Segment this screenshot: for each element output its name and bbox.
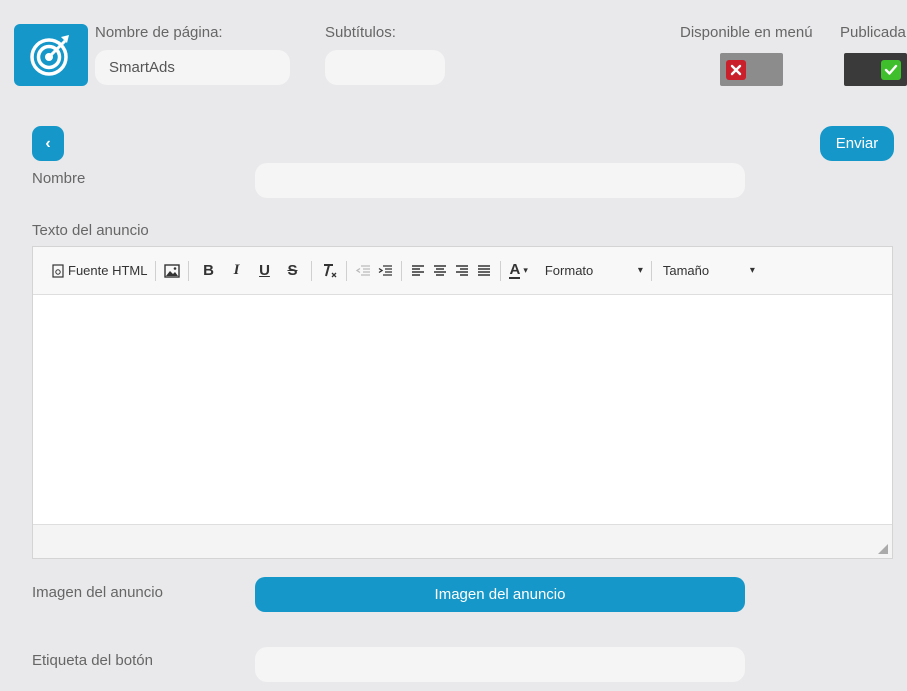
rich-text-editor: Fuente HTML B I U S A ▾ Formato ▾ Tamaño… [32,246,893,559]
italic-button[interactable]: I [225,259,247,283]
remove-format-button[interactable] [320,259,338,283]
insert-image-button[interactable] [164,259,181,283]
target-icon [30,35,69,76]
close-icon [726,59,746,80]
published-label: Publicada [840,24,906,41]
subtitles-input[interactable] [325,50,445,85]
editor-status-bar [33,524,892,558]
menu-available-toggle[interactable] [720,53,783,86]
align-right-button[interactable] [454,259,470,283]
back-button[interactable]: ‹ [32,126,64,161]
format-dropdown[interactable]: Formato ▾ [545,259,643,283]
app-icon [14,24,88,86]
align-center-button[interactable] [432,259,448,283]
align-justify-button[interactable] [476,259,492,283]
chevron-down-icon: ▾ [637,265,643,276]
toolbar-separator [188,260,190,281]
underline-button[interactable]: U [253,259,275,283]
indent-button[interactable] [377,259,393,283]
send-button[interactable]: Enviar [820,126,894,161]
align-right-icon [456,264,469,276]
editor-content-area[interactable] [33,295,892,525]
name-label: Nombre [32,170,86,187]
align-center-icon [434,264,447,276]
document-icon [52,263,64,278]
source-html-label: Fuente HTML [68,263,148,278]
toolbar-separator [346,260,348,281]
size-dropdown[interactable]: Tamaño ▾ [663,259,755,283]
published-toggle[interactable] [844,53,907,86]
page-name-input[interactable] [95,50,290,85]
check-icon [881,59,901,80]
image-icon [164,263,181,278]
toolbar-separator [500,260,502,281]
outdent-button[interactable] [355,259,371,283]
align-left-button[interactable] [410,259,426,283]
format-label: Formato [544,263,594,278]
remove-format-icon [324,263,337,277]
chevron-left-icon: ‹ [45,134,51,152]
text-color-button[interactable]: A ▾ [509,259,528,283]
size-label: Tamaño [662,263,710,278]
subtitles-label: Subtítulos: [325,24,396,41]
menu-available-label: Disponible en menú [680,24,813,41]
text-color-label: A [509,261,521,279]
toolbar-separator [311,260,313,281]
toolbar-separator [650,260,652,281]
chevron-down-icon: ▾ [749,265,755,276]
chevron-down-icon: ▾ [523,265,528,275]
toolbar-separator [401,260,403,281]
source-html-button[interactable]: Fuente HTML [52,259,147,283]
outdent-icon [356,264,371,276]
strike-button[interactable]: S [281,259,303,283]
button-tag-input[interactable] [255,647,745,682]
align-justify-icon [478,264,491,276]
indent-icon [379,264,393,276]
bold-button[interactable]: B [197,259,219,283]
ad-image-label: Imagen del anuncio [32,584,163,601]
align-left-icon [412,264,425,276]
editor-toolbar: Fuente HTML B I U S A ▾ Formato ▾ Tamaño… [33,247,892,295]
ad-text-label: Texto del anuncio [32,222,149,239]
page-name-label: Nombre de página: [95,24,223,41]
toolbar-separator [155,260,157,281]
resize-handle-icon[interactable] [878,544,888,554]
name-input[interactable] [255,163,745,198]
ad-image-button[interactable]: Imagen del anuncio [255,577,745,612]
button-tag-label: Etiqueta del botón [32,652,153,669]
